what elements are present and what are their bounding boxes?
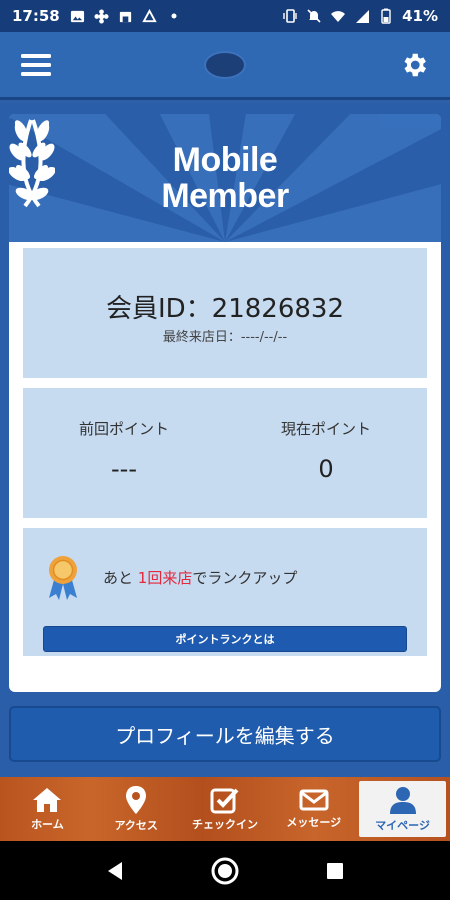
dot-icon <box>166 8 182 24</box>
tab-messages-label: メッセージ <box>286 816 342 829</box>
image-icon <box>70 8 86 24</box>
rank-prefix: あと <box>103 568 138 587</box>
status-time: 17:58 <box>12 7 60 25</box>
wifi-icon <box>330 8 346 24</box>
main-content: Mobile Member 会員ID：21826832 最終来店日：----/-… <box>0 103 450 777</box>
edit-profile-button[interactable]: プロフィールを編集する <box>9 706 441 762</box>
tab-mypage-label: マイページ <box>375 819 430 832</box>
rank-up-text: あと 1回来店でランクアップ <box>103 567 297 588</box>
tab-checkin[interactable]: チェックイン <box>182 781 269 837</box>
checkin-icon <box>210 788 239 814</box>
tab-access-label: アクセス <box>114 819 158 832</box>
mute-icon <box>306 8 322 24</box>
current-points-value: 0 <box>318 455 334 483</box>
member-card: Mobile Member 会員ID：21826832 最終来店日：----/-… <box>9 114 441 692</box>
hamburger-icon <box>21 53 51 76</box>
rank-highlight: 1回来店 <box>137 568 193 587</box>
tab-mypage[interactable]: マイページ <box>359 781 446 837</box>
recents-square-icon <box>327 862 343 879</box>
vibrate-icon <box>282 8 298 24</box>
banner-title-line2: Member <box>161 177 289 215</box>
member-banner: Mobile Member <box>9 114 441 242</box>
point-rank-info-button[interactable]: ポイントランクとは <box>43 626 407 652</box>
previous-points-label: 前回ポイント <box>78 420 169 438</box>
home-nav-button[interactable] <box>208 854 242 888</box>
user-icon <box>389 787 416 814</box>
last-visit-date: 最終来店日：----/--/-- <box>162 330 288 345</box>
current-points: 現在ポイント 0 <box>225 418 427 483</box>
battery-icon <box>378 8 394 24</box>
flower-icon <box>94 8 110 24</box>
member-id-panel: 会員ID：21826832 最終来店日：----/--/-- <box>23 248 427 378</box>
medal-icon <box>49 556 77 600</box>
status-bar: 17:58 41% <box>0 0 450 32</box>
tab-checkin-label: チェックイン <box>191 818 258 831</box>
home-icon <box>33 788 62 812</box>
app-header <box>0 32 450 100</box>
member-id: 会員ID：21826832 <box>105 294 345 324</box>
banner-title-line1: Mobile <box>172 141 278 179</box>
triangle-icon <box>142 8 158 24</box>
menu-button[interactable] <box>20 49 52 81</box>
store-icon <box>118 8 134 24</box>
rank-suffix: でランクアップ <box>192 568 298 587</box>
banner-title: Mobile Member <box>9 142 441 214</box>
previous-points-value: --- <box>111 455 137 483</box>
rank-panel: あと 1回来店でランクアップ ポイントランクとは <box>23 528 427 656</box>
home-circle-icon <box>211 857 239 884</box>
system-nav-bar <box>0 841 450 900</box>
tab-home-label: ホーム <box>31 818 64 831</box>
notification-icons <box>70 8 182 24</box>
gear-icon <box>404 53 426 76</box>
battery-level: 41% <box>402 7 438 25</box>
back-triangle-icon <box>108 861 122 880</box>
back-button[interactable] <box>98 854 132 888</box>
current-points-label: 現在ポイント <box>280 420 371 438</box>
rank-progress: あと 1回来店でランクアップ <box>45 554 297 600</box>
app-logo <box>204 50 246 79</box>
previous-points: 前回ポイント --- <box>23 418 225 483</box>
recents-button[interactable] <box>318 854 352 888</box>
bottom-tab-bar: ホーム アクセス チェックイン メッセージ マイページ <box>0 777 450 841</box>
settings-button[interactable] <box>398 49 430 81</box>
map-pin-icon <box>126 786 147 814</box>
tab-home[interactable]: ホーム <box>4 781 91 837</box>
tab-messages[interactable]: メッセージ <box>270 781 357 837</box>
mail-icon <box>299 789 329 811</box>
points-panel: 前回ポイント --- 現在ポイント 0 <box>23 388 427 518</box>
signal-icon <box>354 8 370 24</box>
tab-access[interactable]: アクセス <box>93 781 180 837</box>
